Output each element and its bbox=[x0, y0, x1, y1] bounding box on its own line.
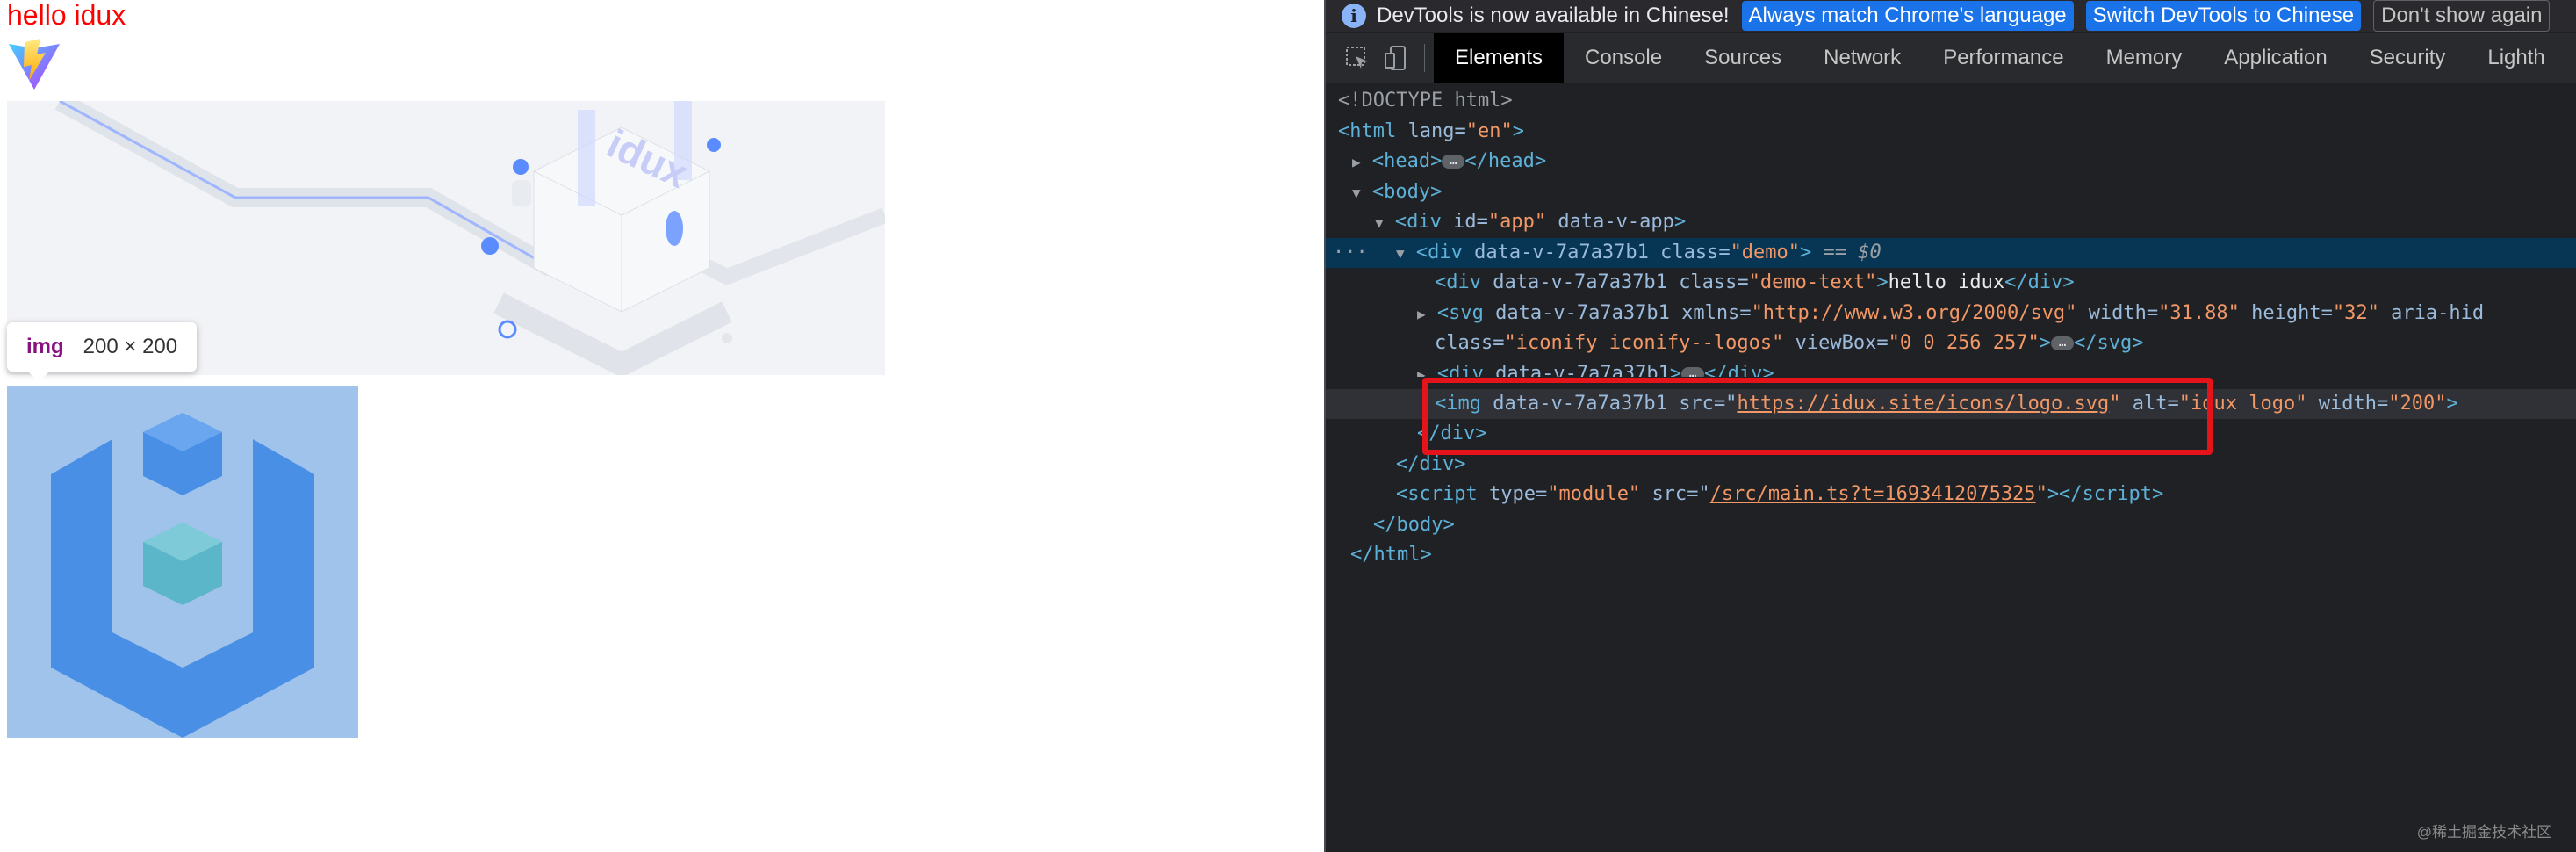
expand-triangle-icon[interactable]: ▶ bbox=[1417, 366, 1426, 377]
collapsed-ellipsis-icon[interactable]: … bbox=[1442, 155, 1465, 169]
info-icon: i bbox=[1342, 4, 1366, 28]
dom-node-svg-cont[interactable]: class="iconify iconify--logos" viewBox="… bbox=[1326, 329, 2576, 359]
tab-elements[interactable]: Elements bbox=[1434, 33, 1565, 83]
dom-node-script[interactable]: <script type="module" src="/src/main.ts?… bbox=[1326, 480, 2576, 510]
dom-node-demo-selected[interactable]: ··· ▼ <div data-v-7a7a37b1 class="demo">… bbox=[1326, 237, 2576, 269]
devtools-panel: i DevTools is now available in Chinese! … bbox=[1324, 0, 2576, 852]
toolbar-divider bbox=[1424, 44, 1425, 72]
dom-node-demo-text[interactable]: <div data-v-7a7a37b1 class="demo-text">h… bbox=[1326, 268, 2576, 299]
dom-node-html[interactable]: <html lang="en"> bbox=[1326, 117, 2576, 148]
dom-node-body-close[interactable]: </body> bbox=[1326, 510, 2576, 541]
tab-sources[interactable]: Sources bbox=[1683, 33, 1802, 83]
match-language-button[interactable]: Always match Chrome's language bbox=[1741, 1, 2074, 31]
page-viewport: hello idux idux img 200 × 200 bbox=[0, 0, 1324, 852]
switch-language-button[interactable]: Switch DevTools to Chinese bbox=[2085, 1, 2362, 31]
watermark: @稀土掘金技术社区 bbox=[2416, 824, 2551, 841]
infobar-message: DevTools is now available in Chinese! bbox=[1377, 4, 1730, 27]
vite-logo-icon bbox=[9, 39, 60, 90]
dom-node-body[interactable]: ▼ <body> bbox=[1326, 177, 2576, 208]
collapsed-ellipsis-icon[interactable]: … bbox=[1681, 366, 1705, 377]
element-tooltip: img 200 × 200 bbox=[7, 322, 198, 382]
more-actions-icon[interactable]: ··· bbox=[1333, 238, 1368, 269]
dom-node-doctype[interactable]: <!DOCTYPE html> bbox=[1326, 86, 2576, 117]
dom-node-div-collapsed[interactable]: ▶ <div data-v-7a7a37b1>… </div> bbox=[1326, 359, 2576, 377]
dom-tree: <!DOCTYPE html> <html lang="en"> ▶ <head… bbox=[1326, 86, 2576, 571]
devtools-tabbar: Elements Console Sources Network Perform… bbox=[1326, 33, 2576, 83]
highlight-annotation-box bbox=[1422, 378, 2213, 455]
collapse-triangle-icon[interactable]: ▼ bbox=[1375, 214, 1384, 231]
collapsed-ellipsis-icon[interactable]: … bbox=[2051, 336, 2075, 350]
expand-triangle-icon[interactable]: ▶ bbox=[1417, 306, 1426, 322]
dom-node-html-close[interactable]: </html> bbox=[1326, 540, 2576, 571]
script-src-link[interactable]: /src/main.ts?t=1693412075325 bbox=[1710, 483, 2036, 505]
collapse-triangle-icon[interactable]: ▼ bbox=[1396, 245, 1405, 262]
idux-logo-image bbox=[7, 386, 358, 738]
dom-node-app[interactable]: ▼ <div id="app" data-v-app> bbox=[1326, 207, 2576, 238]
tooltip-tag: img bbox=[26, 335, 64, 358]
device-toolbar-icon[interactable] bbox=[1377, 39, 1415, 77]
dont-show-again-button[interactable]: Don't show again bbox=[2373, 0, 2551, 32]
tab-security[interactable]: Security bbox=[2349, 33, 2467, 83]
inspect-element-icon[interactable] bbox=[1338, 39, 1377, 77]
tab-network[interactable]: Network bbox=[1802, 33, 1922, 83]
tab-performance[interactable]: Performance bbox=[1922, 33, 2084, 83]
demo-text: hello idux bbox=[7, 0, 126, 31]
dom-node-head[interactable]: ▶ <head>… </head> bbox=[1326, 147, 2576, 177]
tab-lighthouse[interactable]: Lighth bbox=[2466, 33, 2565, 83]
dom-node-svg[interactable]: ▶ <svg data-v-7a7a37b1 xmlns="http://www… bbox=[1326, 299, 2576, 329]
collapse-triangle-icon[interactable]: ▼ bbox=[1352, 184, 1361, 201]
tab-console[interactable]: Console bbox=[1564, 33, 1683, 83]
expand-triangle-icon[interactable]: ▶ bbox=[1352, 154, 1361, 170]
language-infobar: i DevTools is now available in Chinese! … bbox=[1326, 0, 2576, 32]
tab-application[interactable]: Application bbox=[2203, 33, 2348, 83]
tooltip-dimensions: 200 × 200 bbox=[83, 335, 178, 358]
tab-memory[interactable]: Memory bbox=[2085, 33, 2204, 83]
